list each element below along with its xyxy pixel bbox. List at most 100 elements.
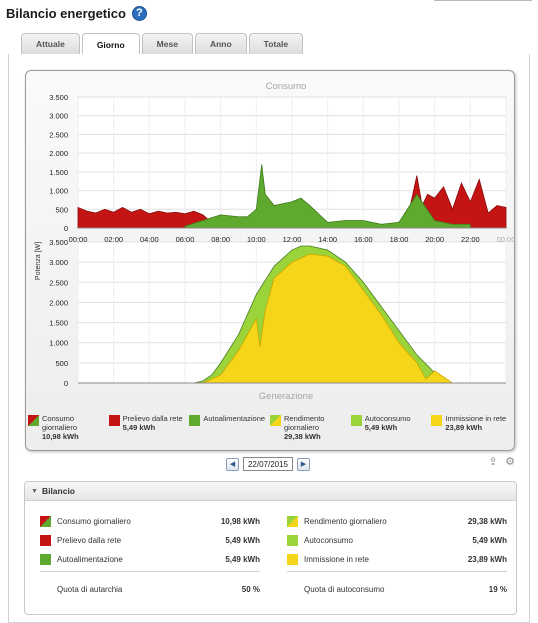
legend-prelievo-value: 5,49 kWh [122,423,156,432]
page-header: Bilancio energetico ? [6,4,147,22]
autoconsumo-swatch [350,415,362,426]
generazione-ytick-label: 1.000 [49,339,68,348]
tab-giorno[interactable]: Giorno [81,33,140,55]
consumo-swatch [40,516,51,527]
rendimento-swatch [270,415,282,426]
generazione-ytick-label: 0 [64,379,68,388]
arrow-right-icon[interactable]: ▶ [297,457,310,471]
legend-prelievo-label: Prelievo dalla rete [122,414,183,423]
xtick-label: 00:00 [497,235,515,244]
consumo-title: Consumo [266,81,307,92]
generazione-ytick-label: 500 [55,359,68,368]
tab-attuale[interactable]: Attuale [21,33,80,54]
legend-immissione[interactable]: Immissione in rete 23,89 kWh [431,411,512,449]
generazione-ytick-label: 2.000 [49,298,68,307]
bil-rendimento-row: Rendimento giornaliero 29,38 kWh [287,512,507,531]
xtick-label: 22:00 [461,235,480,244]
consumo-swatch [28,415,39,426]
consumo-ytick-label: 1.500 [49,168,68,177]
bilancio-generazione-column: Rendimento giornaliero 29,38 kWh Autocon… [287,512,507,599]
xtick-label: 16:00 [354,235,373,244]
bil-autarchia-value: 50 % [241,585,260,594]
bilancio-header[interactable]: ▼ Bilancio [25,482,516,501]
bil-autoalimentazione-row: Autoalimentazione 5,49 kWh [40,550,260,569]
bil-autoconsumo-label: Autoconsumo [304,536,353,545]
bil-prelievo-row: Prelievo dalla rete 5,49 kWh [40,531,260,550]
generazione-ytick-label: 3.500 [49,238,68,247]
legend-consumo-label: Consumo giornaliero [42,414,78,432]
bil-immissione-label: Immissione in rete [304,555,369,564]
bil-rendimento-value: 29,38 kWh [467,517,507,526]
bil-autoconsumo-quota-row: Quota di autoconsumo 19 % [287,580,507,599]
consumo-ytick-label: 500 [55,205,68,214]
xtick-label: 18:00 [390,235,409,244]
xtick-label: 20:00 [425,235,444,244]
legend-immissione-label: Immissione in rete [445,414,507,423]
legend-consumo-value: 10,98 kWh [42,432,79,441]
bil-autoalimentazione-value: 5,49 kWh [225,555,260,564]
xtick-label: 04:00 [140,235,159,244]
chart-legend: Consumo giornaliero 10,98 kWh Prelievo da… [28,411,512,449]
legend-autoconsumo-label: Autoconsumo [364,414,411,423]
prelievo-swatch [108,415,120,426]
date-field[interactable]: 22/07/2015 [243,457,293,471]
rendimento-swatch [287,516,298,527]
top-divider [434,0,532,1]
legend-immissione-value: 23,89 kWh [445,423,483,432]
page-root: Bilancio energetico ? Attuale Giorno Mes… [0,0,538,623]
generazione-title: Generazione [259,391,313,402]
bilancio-consumo-column: Consumo giornaliero 10,98 kWh Prelievo d… [40,512,260,599]
legend-autoconsumo-value: 5,49 kWh [364,423,398,432]
bil-immissione-value: 23,89 kWh [467,555,507,564]
export-icon[interactable]: ⇪ [487,456,499,468]
tab-anno[interactable]: Anno [194,33,247,54]
xtick-label: 06:00 [176,235,195,244]
xtick-label: 02:00 [104,235,123,244]
autoalimentazione-swatch [40,554,51,565]
legend-autoconsumo[interactable]: Autoconsumo 5,49 kWh [350,411,432,449]
bil-autoconsumo-quota-label: Quota di autoconsumo [304,585,385,594]
bil-autoconsumo-row: Autoconsumo 5,49 kWh [287,531,507,550]
bil-prelievo-value: 5,49 kWh [225,536,260,545]
consumo-ytick-label: 2.500 [49,130,68,139]
legend-rendimento-label: Rendimento giornaliero [284,414,325,432]
bil-consumo-value: 10,98 kWh [220,517,260,526]
bil-consumo-row: Consumo giornaliero 10,98 kWh [40,512,260,531]
xtick-label: 12:00 [283,235,302,244]
settings-icon[interactable]: ⚙ [504,456,516,468]
xtick-label: 00:00 [69,235,88,244]
tab-totale[interactable]: Totale [248,33,304,54]
generazione-ytick-label: 3.000 [49,258,68,267]
consumo-ytick-label: 3.500 [49,93,68,102]
bil-autoconsumo-value: 5,49 kWh [472,536,507,545]
date-navigator: ◀ 22/07/2015 ▶ [226,457,310,471]
legend-autoalimentazione[interactable]: Autoalimentazione [189,411,270,449]
autoalimentazione-swatch [189,415,201,426]
legend-autoalimentazione-label: Autoalimentazione [203,414,266,423]
legend-rendimento-value: 29,38 kWh [284,432,321,441]
bil-divider [40,571,260,572]
xtick-label: 08:00 [211,235,230,244]
help-icon[interactable]: ? [131,5,147,21]
generazione-ytick-label: 1.500 [49,319,68,328]
bil-prelievo-label: Prelievo dalla rete [57,536,122,545]
arrow-left-icon[interactable]: ◀ [226,457,239,471]
chart-canvas: Consumo Generazione Potenza [W] 3.500 3.0… [35,81,515,402]
tab-mese[interactable]: Mese [141,33,193,54]
immissione-swatch [287,554,298,565]
bil-consumo-label: Consumo giornaliero [57,517,131,526]
y-axis-label: Potenza [W] [35,242,42,280]
xtick-label: 14:00 [318,235,337,244]
consumo-ytick-label: 1.000 [49,187,68,196]
legend-prelievo[interactable]: Prelievo dalla rete 5,49 kWh [108,411,190,449]
xtick-label: 10:00 [247,235,266,244]
bil-autoconsumo-quota-value: 19 % [488,585,507,594]
consumo-ytick-label: 2.000 [49,149,68,158]
legend-rendimento[interactable]: Rendimento giornaliero 29,38 kWh [270,411,351,449]
bil-autarchia-label: Quota di autarchia [57,585,123,594]
bil-rendimento-label: Rendimento giornaliero [304,517,387,526]
bil-immissione-row: Immissione in rete 23,89 kWh [287,550,507,569]
consumo-ytick-label: 0 [64,224,68,233]
bil-divider [287,571,507,572]
legend-consumo[interactable]: Consumo giornaliero 10,98 kWh [28,411,109,449]
